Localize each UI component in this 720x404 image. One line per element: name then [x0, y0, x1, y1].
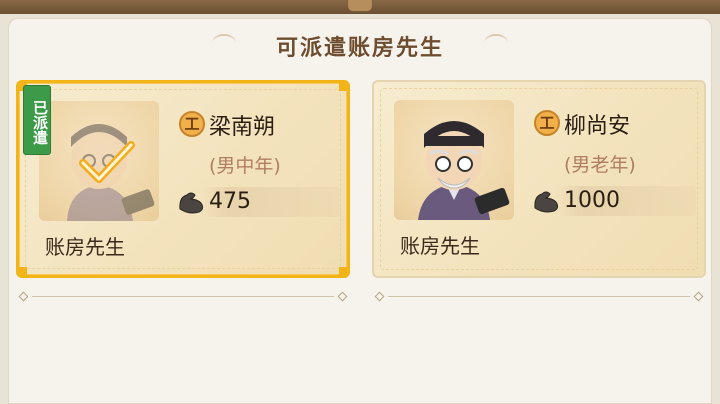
character-name: 梁南朔 [209, 115, 276, 140]
corner-ornament [339, 83, 347, 91]
work-badge-icon: 工 [179, 111, 205, 137]
panel-title: 可派遣账房先生 [275, 36, 444, 61]
card-separator [16, 291, 350, 302]
role-label: 账房先生 [45, 235, 125, 259]
accountant-card-1[interactable]: 已派遣 账房先生 工 梁南朔 (男中年) 475 [16, 80, 350, 278]
portrait [394, 100, 514, 220]
work-badge-icon: 工 [534, 110, 560, 136]
accountant-portrait-icon [418, 121, 510, 220]
corner-ornament [339, 267, 347, 275]
power-value: 475 [209, 189, 251, 214]
checkmark-icon [79, 141, 135, 183]
top-ornament [347, 0, 373, 12]
muscle-icon [534, 191, 559, 213]
card-separator [372, 291, 706, 302]
corner-ornament [19, 267, 27, 275]
accountant-card-2[interactable]: 账房先生 工 柳尚安 (男老年) 1000 [372, 80, 706, 278]
power-value: 1000 [564, 188, 620, 213]
character-attribute: (男中年) [209, 155, 281, 177]
muscle-icon [179, 192, 204, 214]
portrait [39, 101, 159, 221]
character-attribute: (男老年) [564, 154, 636, 176]
dispatched-badge: 已派遣 [23, 85, 51, 155]
role-label: 账房先生 [400, 234, 480, 258]
character-name: 柳尚安 [564, 114, 631, 139]
